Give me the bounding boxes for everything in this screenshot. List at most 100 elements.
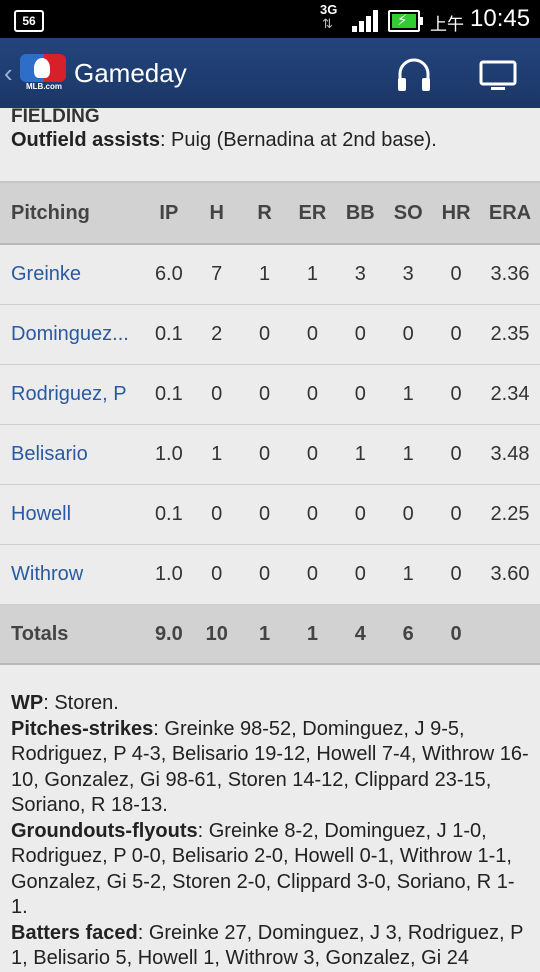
cell-era: 2.35	[480, 304, 540, 365]
totals-label: Totals	[0, 604, 145, 665]
cell-bb: 0	[336, 544, 385, 605]
cell-hr: 0	[432, 244, 481, 305]
cell-r: 0	[240, 424, 289, 485]
col-r: R	[240, 181, 289, 245]
cell-so: 3	[384, 244, 433, 305]
note-wp-label: WP	[11, 692, 44, 714]
cell-so: 1	[384, 364, 433, 425]
cell-h: 2	[192, 304, 241, 365]
cell-er: 0	[288, 424, 337, 485]
cell-er: 0	[288, 304, 337, 365]
outfield-assists: Outfield assists: Puig (Bernadina at 2nd…	[11, 129, 437, 152]
pitching-header-row: Pitching IP H R ER BB SO HR ERA	[0, 181, 540, 245]
player-link[interactable]: Belisario	[11, 443, 88, 465]
cell-era: 2.25	[480, 484, 540, 545]
action-bar: ‹ MLB.com Gameday	[0, 38, 540, 108]
cell-r: 1	[240, 244, 289, 305]
clock-time: 10:45	[470, 5, 531, 32]
cell-ip: 0.1	[144, 304, 193, 365]
player-link[interactable]: Greinke	[11, 263, 81, 285]
clock-ampm: 上午	[430, 15, 464, 34]
battery-icon: ⚡	[388, 10, 423, 32]
cell-h: 0	[192, 364, 241, 425]
note-gf-label: Groundouts-flyouts	[11, 819, 198, 842]
signal-strength-icon	[352, 10, 382, 32]
col-bb: BB	[336, 181, 385, 245]
table-row[interactable]: Greinke 6.0 7 1 1 3 3 0 3.36	[0, 244, 540, 305]
player-link[interactable]: Rodriguez, P	[11, 383, 127, 405]
cell-h: 0	[192, 484, 241, 545]
col-h: H	[192, 181, 241, 245]
status-bar: 56 3G ⇅ ⚡ 上午 10:45	[0, 0, 540, 38]
page-title: Gameday	[74, 58, 187, 88]
player-link[interactable]: Howell	[11, 503, 71, 525]
cell-ip: 1.0	[144, 544, 193, 605]
cell-era: 3.48	[480, 424, 540, 485]
cell-so: 0	[384, 304, 433, 365]
cell-bb: 0	[336, 484, 385, 545]
cell-so: 1	[384, 424, 433, 485]
col-so: SO	[384, 181, 433, 245]
cell-er: 0	[288, 484, 337, 545]
headphones-icon[interactable]	[394, 54, 434, 94]
totals-row: Totals 9.0 10 1 1 4 6 0	[0, 604, 540, 665]
note-batters-faced: Batters faced: Greinke 27, Dominguez, J …	[11, 921, 531, 972]
cell-bb: 3	[336, 244, 385, 305]
outfield-value: : Puig (Bernadina at 2nd base).	[159, 129, 437, 151]
cell-r: 0	[240, 364, 289, 425]
cell-ip: 1.0	[144, 424, 193, 485]
note-ps-label: Pitches-strikes	[11, 717, 154, 740]
cell-bb: 0	[336, 304, 385, 365]
tv-icon[interactable]	[478, 58, 518, 94]
cell-bb: 1	[336, 424, 385, 485]
cell-h: 7	[192, 244, 241, 305]
notification-icon[interactable]: 56	[14, 10, 44, 32]
total-r: 1	[240, 604, 289, 665]
cell-r: 0	[240, 544, 289, 605]
note-wp: WP: Storen.	[11, 691, 531, 717]
note-bf-label: Batters faced	[11, 921, 138, 944]
cell-ip: 0.1	[144, 364, 193, 425]
total-er: 1	[288, 604, 337, 665]
table-row[interactable]: Rodriguez, P 0.1 0 0 0 0 1 0 2.34	[0, 364, 540, 425]
table-row[interactable]: Howell 0.1 0 0 0 0 0 0 2.25	[0, 484, 540, 545]
cell-era: 3.60	[480, 544, 540, 605]
mlb-logo[interactable]: MLB.com	[20, 54, 66, 91]
cell-er: 1	[288, 244, 337, 305]
outfield-label: Outfield assists	[11, 129, 160, 151]
cell-er: 0	[288, 544, 337, 605]
note-wp-value: : Storen.	[43, 692, 119, 714]
cell-ip: 6.0	[144, 244, 193, 305]
cell-h: 0	[192, 544, 241, 605]
col-hr: HR	[432, 181, 481, 245]
cell-h: 1	[192, 424, 241, 485]
player-link[interactable]: Withrow	[11, 563, 83, 585]
col-er: ER	[288, 181, 337, 245]
cell-ip: 0.1	[144, 484, 193, 545]
player-link[interactable]: Dominguez...	[11, 323, 129, 345]
cell-hr: 0	[432, 364, 481, 425]
cell-era: 2.34	[480, 364, 540, 425]
total-h: 10	[192, 604, 241, 665]
pitching-table: Pitching IP H R ER BB SO HR ERA Greinke …	[0, 181, 540, 665]
cell-bb: 0	[336, 364, 385, 425]
logo-text: MLB.com	[26, 82, 62, 91]
fielding-heading: FIELDING	[11, 106, 100, 127]
table-row[interactable]: Withrow 1.0 0 0 0 0 1 0 3.60	[0, 544, 540, 605]
table-row[interactable]: Belisario 1.0 1 0 0 1 1 0 3.48	[0, 424, 540, 485]
cell-r: 0	[240, 484, 289, 545]
cell-hr: 0	[432, 484, 481, 545]
cell-so: 1	[384, 544, 433, 605]
cell-so: 0	[384, 484, 433, 545]
back-chevron-icon[interactable]: ‹	[4, 58, 13, 89]
total-ip: 9.0	[144, 604, 193, 665]
total-era	[480, 604, 540, 665]
col-era: ERA	[480, 181, 540, 245]
game-notes: WP: Storen. Pitches-strikes: Greinke 98-…	[11, 691, 531, 972]
cell-era: 3.36	[480, 244, 540, 305]
cell-hr: 0	[432, 544, 481, 605]
data-arrows-icon: ⇅	[322, 16, 333, 31]
table-row[interactable]: Dominguez... 0.1 2 0 0 0 0 0 2.35	[0, 304, 540, 365]
total-hr: 0	[432, 604, 481, 665]
note-groundouts-flyouts: Groundouts-flyouts: Greinke 8-2, Domingu…	[11, 819, 531, 921]
